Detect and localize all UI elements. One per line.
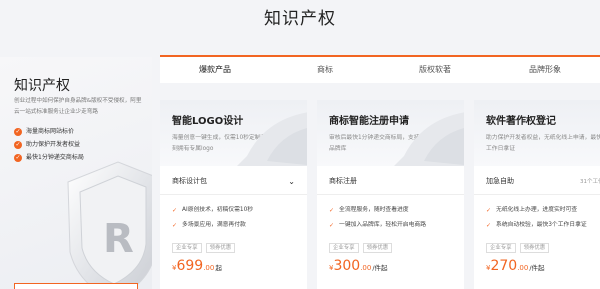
card-title: 软件著作权登记 bbox=[486, 116, 556, 127]
page-title: 知识产权 bbox=[264, 9, 336, 29]
package-select[interactable]: 商标设计包 ⌄ bbox=[160, 168, 307, 195]
badge-coupon[interactable]: 领券优惠 bbox=[362, 243, 393, 253]
product-card[interactable]: 软件著作权登记 助力保护开发者权益，无纸化线上申请，最快3个工作日拿证 加急自助… bbox=[474, 100, 600, 289]
card-description: 助力保护开发者权益，无纸化线上申请，最快3个工作日拿证 bbox=[486, 135, 600, 152]
card-feature: ✓ 一键加入品牌库，轻松开启电商路 bbox=[329, 218, 426, 233]
check-icon: ✓ bbox=[14, 127, 22, 136]
check-icon: ✓ bbox=[14, 153, 22, 162]
card-feature: ✓ 全流程服务，随时查看进度 bbox=[329, 203, 426, 218]
check-icon: ✓ bbox=[172, 207, 178, 214]
badge-enterprise: 企业专享 bbox=[172, 243, 202, 253]
chevron-down-icon: ⌄ bbox=[288, 176, 295, 186]
card-feature-list: ✓ 全流程服务，随时查看进度 ✓ 一键加入品牌库，轻松开启电商路 bbox=[329, 203, 426, 233]
check-icon: ✓ bbox=[486, 207, 492, 214]
card-feature-list: ✓ AI原创技术，初稿仅需10秒 ✓ 多场景应用，满意再付款 bbox=[172, 203, 253, 233]
card-feature: ✓ 无纸化线上办理，进度实时可查 bbox=[486, 203, 587, 218]
badge-coupon[interactable]: 领券优惠 bbox=[519, 243, 550, 253]
tab-trademark[interactable]: 商标 bbox=[270, 57, 380, 83]
card-feature: ✓ 多场景应用，满意再付款 bbox=[172, 218, 253, 233]
check-icon: ✓ bbox=[14, 140, 22, 149]
tab-brand-image[interactable]: 品牌形象 bbox=[490, 57, 600, 83]
svg-text:R: R bbox=[103, 216, 134, 262]
card-decoration bbox=[237, 112, 307, 166]
badge-coupon[interactable]: 领券优惠 bbox=[205, 243, 236, 253]
promo-feature: ✓ 海量商标网站标价 bbox=[14, 127, 75, 136]
promo-feature: ✓ 助力保护开发者权益 bbox=[14, 140, 81, 149]
product-card[interactable]: 智能LOGO设计 海量创意一键生成，仅需10秒定制品牌原创，即刻拥有专属logo… bbox=[160, 100, 307, 289]
promo-panel: 知识产权 创业过程中如何保护自身品牌&版权不受侵权，阿里云一站式标准服务让企业少… bbox=[0, 57, 152, 289]
promo-button[interactable] bbox=[14, 283, 138, 289]
package-select[interactable]: 商标注册 bbox=[317, 168, 464, 195]
promo-description: 创业过程中如何保护自身品牌&版权不受侵权，阿里云一站式标准服务让企业少走弯路 bbox=[14, 98, 142, 115]
badge-enterprise: 企业专享 bbox=[486, 243, 516, 253]
price: ¥ 270 .00 /件起 bbox=[486, 258, 545, 274]
card-feature: ✓ AI原创技术，初稿仅需10秒 bbox=[172, 203, 253, 218]
tab-hot-products[interactable]: 爆款产品 bbox=[160, 57, 270, 83]
tab-copyright[interactable]: 版权软著 bbox=[380, 57, 490, 83]
price: ¥ 300 .00 /件起 bbox=[329, 258, 388, 274]
check-icon: ✓ bbox=[486, 222, 492, 229]
promo-title: 知识产权 bbox=[14, 78, 70, 94]
product-tabs: 爆款产品 商标 版权软著 品牌形象 bbox=[160, 55, 600, 83]
check-icon: ✓ bbox=[329, 207, 335, 214]
price: ¥ 699 .00 起 bbox=[172, 258, 222, 274]
card-feature: ✓ 系统自动校验，最快3个工作日拿证 bbox=[486, 218, 587, 233]
check-icon: ✓ bbox=[329, 222, 335, 229]
shield-r-icon: R bbox=[67, 161, 152, 289]
badge-enterprise: 企业专享 bbox=[329, 243, 359, 253]
card-feature-list: ✓ 无纸化线上办理，进度实时可查 ✓ 系统自动校验，最快3个工作日拿证 bbox=[486, 203, 587, 233]
card-decoration bbox=[394, 112, 464, 166]
check-icon: ✓ bbox=[172, 222, 178, 229]
package-select[interactable]: 加急自助 31个工作日 bbox=[474, 168, 600, 195]
product-card[interactable]: 商标智能注册申请 审核后最快1分钟递交商标局，支持一键加入阿里品牌库 商标注册 … bbox=[317, 100, 464, 289]
